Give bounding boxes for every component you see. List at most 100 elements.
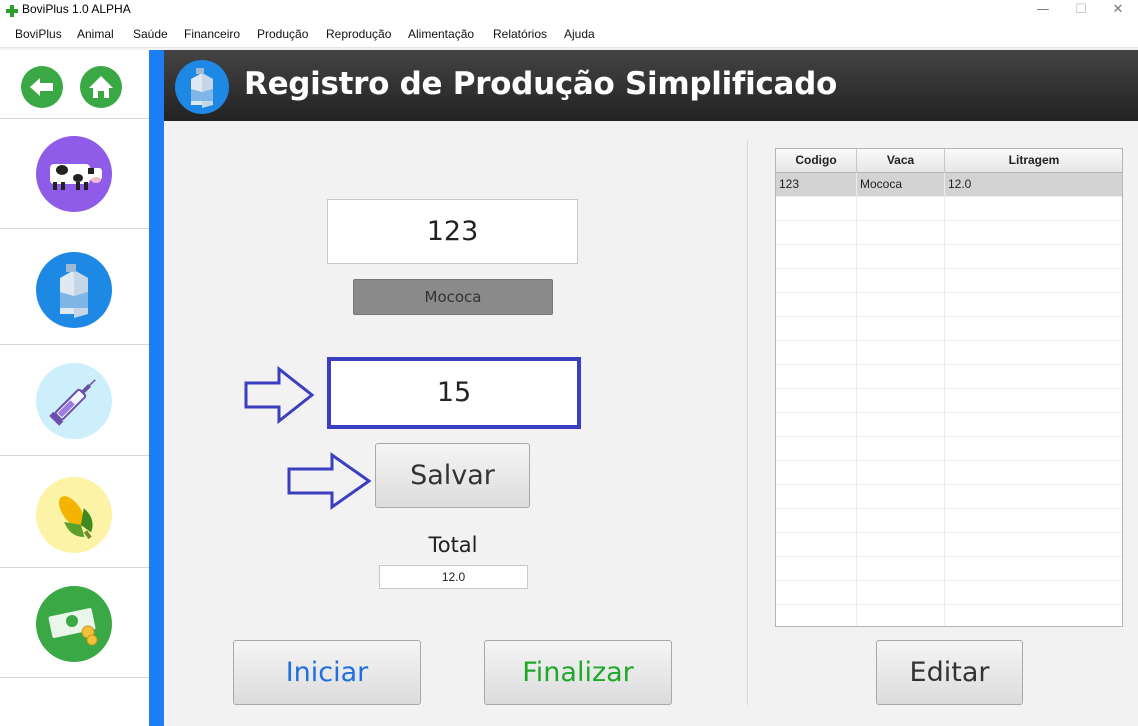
table-cell bbox=[776, 413, 857, 437]
table-cell: Mococa bbox=[857, 173, 945, 197]
table-cell bbox=[776, 245, 857, 269]
table-cell bbox=[945, 365, 1122, 389]
table-cell bbox=[776, 341, 857, 365]
table-cell bbox=[857, 269, 945, 293]
table-cell bbox=[776, 509, 857, 533]
table-row[interactable]: 123 Mococa 12.0 bbox=[776, 173, 1122, 197]
table-cell bbox=[945, 437, 1122, 461]
table-cell bbox=[776, 437, 857, 461]
table-cell: 12.0 bbox=[945, 173, 1122, 197]
sidebar bbox=[0, 50, 149, 726]
panel-divider bbox=[747, 140, 748, 705]
table-cell bbox=[945, 533, 1122, 557]
milk-carton-icon bbox=[175, 60, 229, 114]
table-row[interactable] bbox=[776, 533, 1122, 557]
maximize-button[interactable]: ☐ bbox=[1066, 0, 1096, 22]
save-button[interactable]: Salvar bbox=[375, 443, 530, 508]
menu-bar: BoviPlus Animal Saúde Financeiro Produçã… bbox=[0, 22, 1138, 48]
page-title: Registro de Produção Simplificado bbox=[244, 66, 838, 102]
table-cell bbox=[857, 245, 945, 269]
table-row[interactable] bbox=[776, 413, 1122, 437]
close-button[interactable]: ✕ bbox=[1103, 0, 1133, 22]
table-cell bbox=[776, 557, 857, 581]
table-cell bbox=[945, 413, 1122, 437]
menu-relatorios[interactable]: Relatórios bbox=[493, 27, 547, 41]
column-header-litragem[interactable]: Litragem bbox=[945, 149, 1122, 173]
table-row[interactable] bbox=[776, 269, 1122, 293]
sidebar-divider bbox=[0, 228, 149, 229]
table-cell bbox=[945, 341, 1122, 365]
table-row[interactable] bbox=[776, 365, 1122, 389]
table-row[interactable] bbox=[776, 221, 1122, 245]
table-cell bbox=[945, 581, 1122, 605]
table-cell bbox=[857, 317, 945, 341]
table-cell bbox=[945, 389, 1122, 413]
sidebar-item-alimentacao[interactable] bbox=[36, 477, 112, 553]
sidebar-divider bbox=[0, 677, 149, 678]
sidebar-divider bbox=[0, 567, 149, 568]
code-input[interactable]: 123 bbox=[327, 199, 578, 264]
menu-saude[interactable]: Saúde bbox=[133, 27, 168, 41]
app-icon bbox=[6, 5, 18, 17]
table-cell bbox=[945, 509, 1122, 533]
table-cell bbox=[776, 293, 857, 317]
home-button[interactable] bbox=[79, 65, 123, 109]
table-cell bbox=[945, 269, 1122, 293]
back-button[interactable] bbox=[20, 65, 64, 109]
table-row[interactable] bbox=[776, 293, 1122, 317]
table-cell bbox=[857, 533, 945, 557]
table-row[interactable] bbox=[776, 509, 1122, 533]
menu-reproducao[interactable]: Reprodução bbox=[326, 27, 391, 41]
sidebar-item-financeiro[interactable] bbox=[36, 586, 112, 662]
table-cell bbox=[776, 197, 857, 221]
arrow-pointer-icon bbox=[287, 452, 372, 510]
sidebar-divider bbox=[0, 455, 149, 456]
start-button[interactable]: Iniciar bbox=[233, 640, 421, 705]
table-cell bbox=[776, 605, 857, 626]
menu-animal[interactable]: Animal bbox=[77, 27, 114, 41]
table-row[interactable] bbox=[776, 461, 1122, 485]
table-row[interactable] bbox=[776, 485, 1122, 509]
table-cell bbox=[945, 485, 1122, 509]
table-row[interactable] bbox=[776, 341, 1122, 365]
sidebar-item-saude[interactable] bbox=[36, 363, 112, 439]
menu-ajuda[interactable]: Ajuda bbox=[564, 27, 595, 41]
total-label: Total bbox=[428, 533, 478, 557]
cow-name-label: Mococa bbox=[353, 279, 553, 315]
liters-input[interactable]: 15 bbox=[327, 357, 581, 429]
sidebar-item-producao[interactable] bbox=[36, 252, 112, 328]
production-table[interactable]: Codigo Vaca Litragem 123 Mococa 12.0 bbox=[775, 148, 1123, 627]
table-cell bbox=[857, 365, 945, 389]
menu-producao[interactable]: Produção bbox=[257, 27, 308, 41]
table-cell bbox=[857, 197, 945, 221]
table-row[interactable] bbox=[776, 437, 1122, 461]
table-row[interactable] bbox=[776, 605, 1122, 626]
table-cell bbox=[857, 605, 945, 626]
arrow-pointer-icon bbox=[244, 366, 315, 424]
table-row[interactable] bbox=[776, 197, 1122, 221]
table-cell bbox=[857, 461, 945, 485]
table-cell bbox=[857, 293, 945, 317]
table-row[interactable] bbox=[776, 557, 1122, 581]
edit-button[interactable]: Editar bbox=[876, 640, 1023, 705]
menu-alimentacao[interactable]: Alimentação bbox=[408, 27, 474, 41]
minimize-button[interactable]: — bbox=[1028, 0, 1058, 22]
table-row[interactable] bbox=[776, 389, 1122, 413]
table-cell bbox=[857, 581, 945, 605]
table-cell bbox=[857, 437, 945, 461]
column-header-vaca[interactable]: Vaca bbox=[857, 149, 945, 173]
table-row[interactable] bbox=[776, 581, 1122, 605]
table-row[interactable] bbox=[776, 245, 1122, 269]
table-row[interactable] bbox=[776, 317, 1122, 341]
table-cell bbox=[857, 389, 945, 413]
table-cell bbox=[776, 389, 857, 413]
menu-boviplus[interactable]: BoviPlus bbox=[15, 27, 62, 41]
table-cell bbox=[857, 509, 945, 533]
table-cell bbox=[945, 461, 1122, 485]
menu-financeiro[interactable]: Financeiro bbox=[184, 27, 240, 41]
finish-button[interactable]: Finalizar bbox=[484, 640, 672, 705]
table-cell bbox=[945, 317, 1122, 341]
column-header-codigo[interactable]: Codigo bbox=[776, 149, 857, 173]
accent-strip bbox=[149, 50, 164, 726]
sidebar-item-animal[interactable] bbox=[36, 136, 112, 212]
